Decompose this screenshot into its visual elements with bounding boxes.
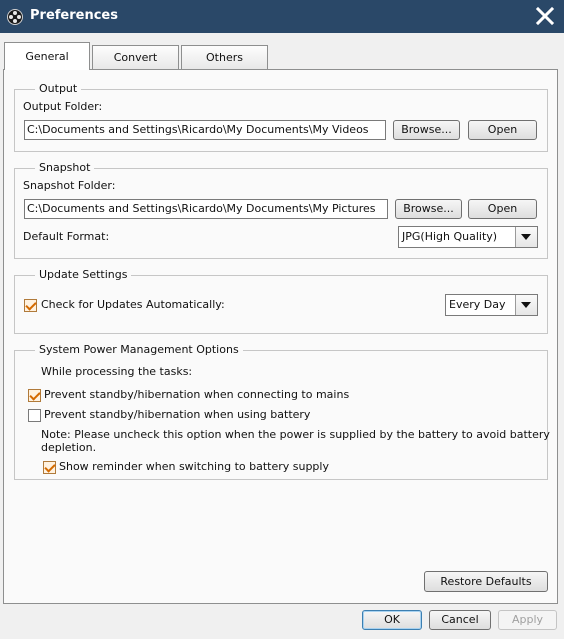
battery-note-line1: Note: Please uncheck this option when th… [41, 428, 550, 441]
check-updates-label: Check for Updates Automatically: [41, 298, 225, 311]
film-reel-icon [7, 9, 23, 25]
snapshot-legend: Snapshot [35, 161, 95, 175]
chevron-down-icon[interactable] [515, 295, 537, 315]
check-updates-checkbox[interactable] [24, 299, 37, 312]
output-browse-button[interactable]: Browse... [393, 120, 460, 140]
power-intro-text: While processing the tasks: [41, 365, 193, 378]
tab-general[interactable]: General [4, 42, 90, 70]
title-bar: Preferences [0, 0, 564, 33]
prevent-standby-battery-label: Prevent standby/hibernation when using b… [44, 408, 311, 421]
default-format-value: JPG(High Quality) [402, 230, 498, 243]
update-settings-legend: Update Settings [35, 268, 132, 282]
ok-button[interactable]: OK [362, 610, 422, 630]
output-open-button[interactable]: Open [468, 120, 537, 140]
chevron-down-icon[interactable] [515, 227, 537, 247]
battery-note-line2: depletion. [41, 441, 97, 454]
output-folder-label: Output Folder: [23, 100, 103, 113]
output-legend: Output [35, 82, 82, 96]
battery-reminder-checkbox[interactable] [43, 461, 56, 474]
cancel-button[interactable]: Cancel [429, 610, 491, 630]
snapshot-open-button[interactable]: Open [468, 199, 537, 219]
default-format-select[interactable]: JPG(High Quality) [398, 226, 538, 248]
window-title: Preferences [30, 8, 118, 23]
update-frequency-select[interactable]: Every Day [445, 294, 538, 316]
apply-button: Apply [498, 610, 557, 630]
default-format-label: Default Format: [23, 230, 110, 243]
prevent-standby-mains-label: Prevent standby/hibernation when connect… [44, 388, 350, 401]
snapshot-browse-button[interactable]: Browse... [395, 199, 462, 219]
snapshot-folder-label: Snapshot Folder: [23, 179, 116, 192]
output-folder-input[interactable]: C:\Documents and Settings\Ricardo\My Doc… [24, 120, 386, 140]
tab-convert[interactable]: Convert [92, 45, 179, 69]
prevent-standby-mains-checkbox[interactable] [28, 389, 41, 402]
tab-others[interactable]: Others [181, 45, 268, 69]
close-icon[interactable] [534, 5, 556, 27]
snapshot-folder-input[interactable]: C:\Documents and Settings\Ricardo\My Doc… [24, 199, 388, 219]
restore-defaults-button[interactable]: Restore Defaults [424, 571, 548, 592]
battery-reminder-label: Show reminder when switching to battery … [59, 460, 329, 473]
prevent-standby-battery-checkbox[interactable] [28, 409, 41, 422]
update-frequency-value: Every Day [449, 298, 506, 311]
power-management-legend: System Power Management Options [35, 343, 243, 357]
